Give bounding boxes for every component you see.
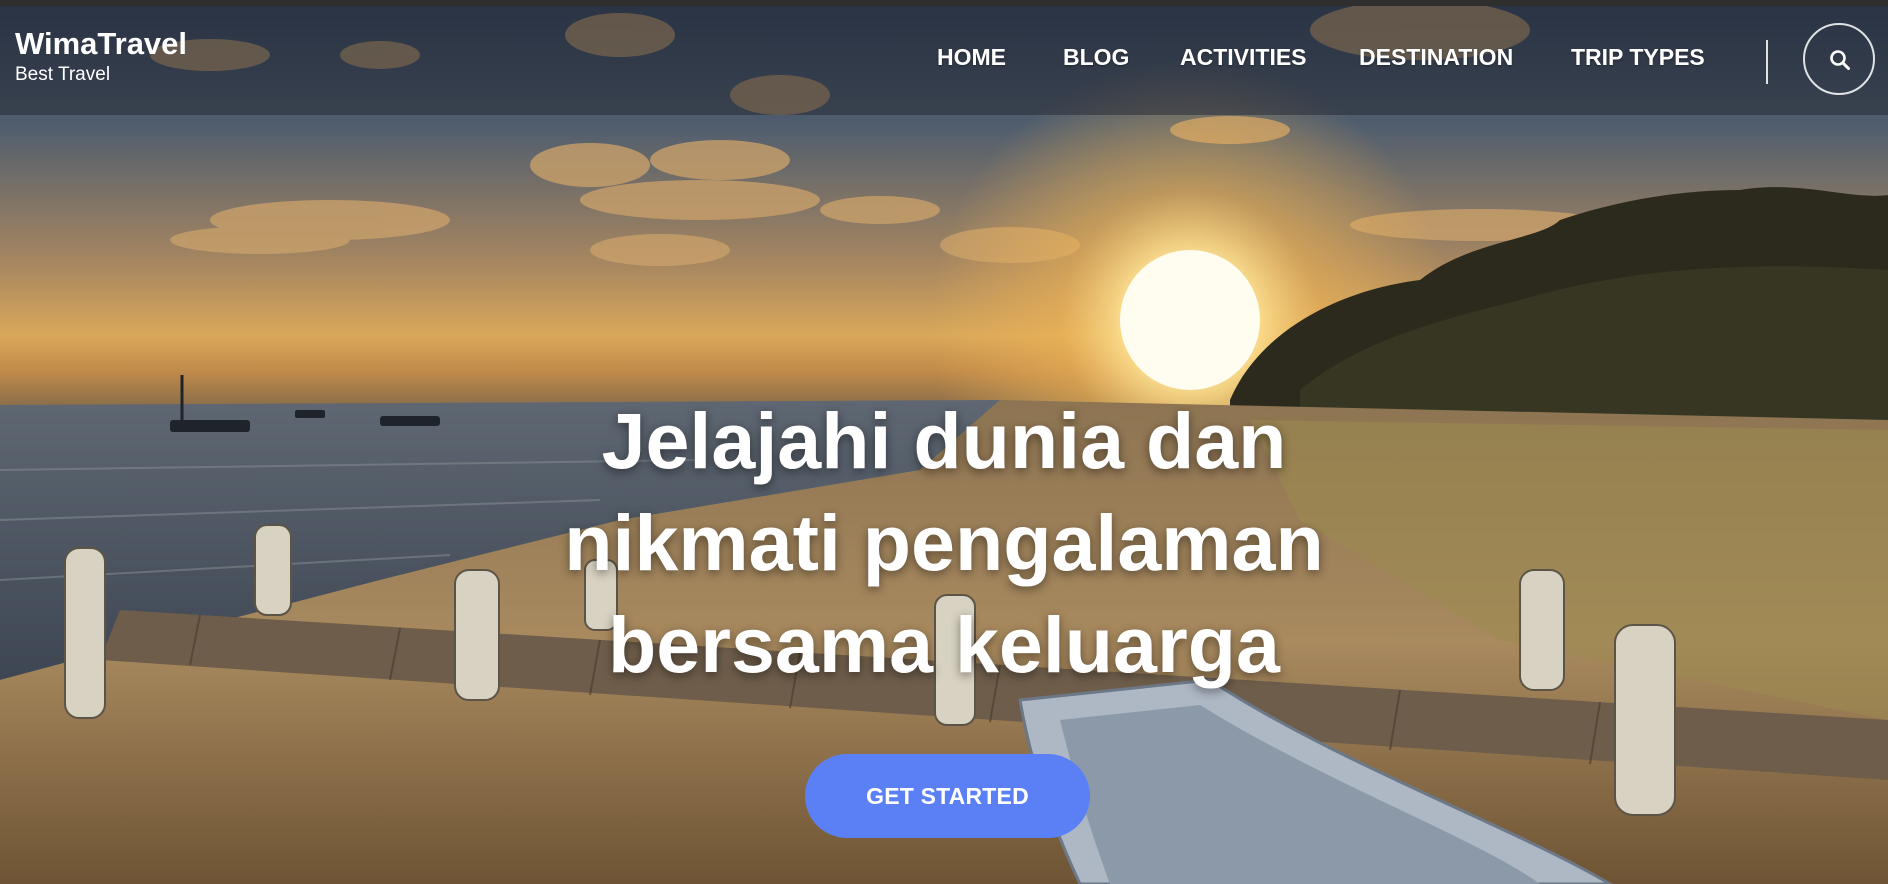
nav-item-trip-types[interactable]: TRIP TYPES xyxy=(1571,40,1705,74)
search-icon xyxy=(1830,50,1850,70)
main-nav: HOME BLOG ACTIVITIES DESTINATION TRIP TY… xyxy=(0,40,1888,74)
nav-item-blog[interactable]: BLOG xyxy=(1063,40,1129,74)
nav-divider xyxy=(1766,40,1768,84)
hero-headline-line: Jelajahi dunia dan xyxy=(601,396,1287,485)
hero-headline-line: bersama keluarga xyxy=(608,600,1280,689)
nav-item-destination[interactable]: DESTINATION xyxy=(1359,40,1513,74)
nav-item-home[interactable]: HOME xyxy=(937,40,1006,74)
get-started-button[interactable]: GET STARTED xyxy=(805,754,1090,838)
hero-headline: Jelajahi dunia dan nikmati pengalaman be… xyxy=(444,390,1444,696)
hero-headline-line: nikmati pengalaman xyxy=(564,498,1324,587)
search-button[interactable] xyxy=(1803,23,1875,95)
nav-item-activities[interactable]: ACTIVITIES xyxy=(1180,40,1307,74)
